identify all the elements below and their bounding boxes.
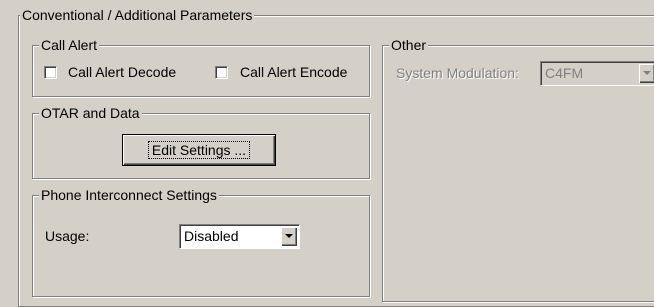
usage-label: Usage:	[45, 228, 90, 244]
chevron-down-icon	[643, 71, 651, 75]
system-modulation-label: System Modulation:	[396, 65, 519, 81]
chevron-down-icon	[285, 234, 293, 238]
system-modulation-value: C4FM	[545, 65, 584, 81]
otar-data-title: OTAR and Data	[39, 105, 142, 121]
conventional-parameters-title: Conventional / Additional Parameters	[20, 7, 255, 23]
usage-dropdown-button[interactable]	[281, 227, 297, 246]
usage-select[interactable]: Disabled	[179, 224, 300, 249]
call-alert-decode-label[interactable]: Call Alert Decode	[68, 64, 176, 80]
phone-interconnect-title: Phone Interconnect Settings	[39, 187, 219, 203]
edit-settings-button[interactable]: Edit Settings ...	[122, 134, 276, 166]
usage-select-value: Disabled	[184, 228, 239, 244]
call-alert-encode-checkbox[interactable]	[215, 66, 228, 79]
call-alert-encode-label[interactable]: Call Alert Encode	[240, 64, 347, 80]
system-modulation-dropdown-button[interactable]	[639, 64, 654, 83]
system-modulation-select[interactable]: C4FM	[540, 61, 654, 86]
edit-settings-label: Edit Settings ...	[147, 141, 251, 159]
call-alert-title: Call Alert	[39, 37, 100, 53]
call-alert-decode-checkbox[interactable]	[44, 66, 57, 79]
other-title: Other	[389, 37, 429, 53]
